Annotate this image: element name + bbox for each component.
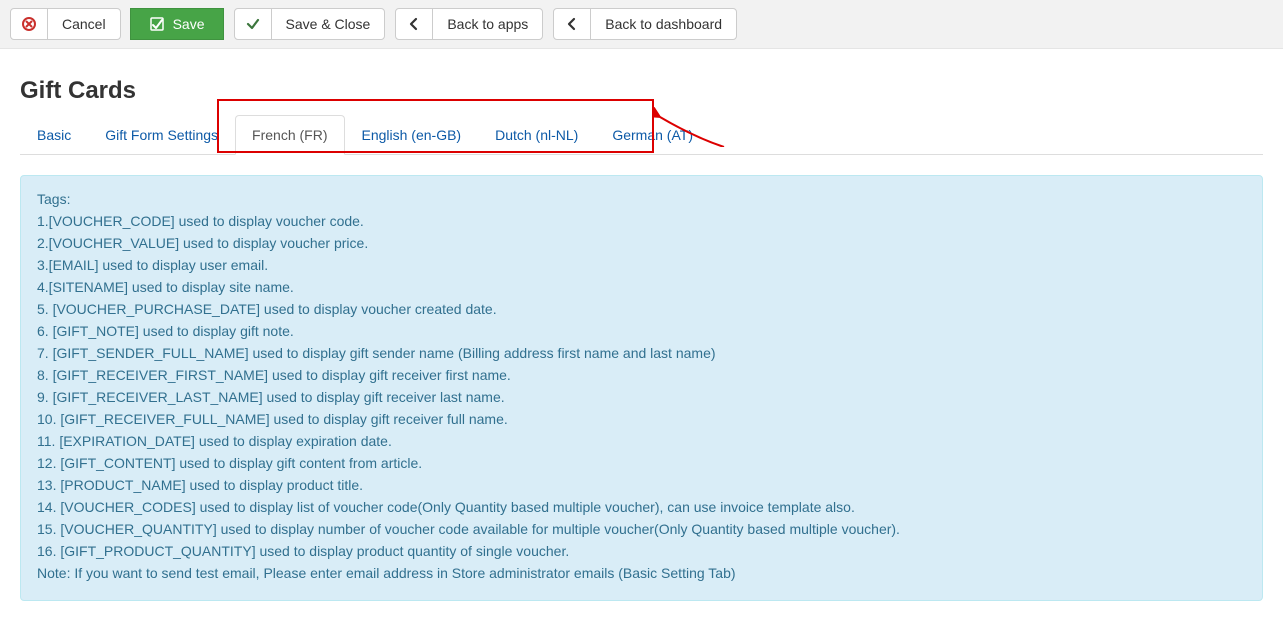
back-dashboard-icon-button[interactable] xyxy=(553,8,591,40)
chevron-left-icon xyxy=(406,16,422,32)
info-line: 5. [VOUCHER_PURCHASE_DATE] used to displ… xyxy=(37,300,1246,318)
save-icon xyxy=(149,16,165,32)
info-line: 2.[VOUCHER_VALUE] used to display vouche… xyxy=(37,234,1246,252)
tab-french[interactable]: French (FR) xyxy=(235,115,344,155)
tab-gift-form-settings[interactable]: Gift Form Settings xyxy=(88,115,235,155)
save-close-group: Save & Close xyxy=(234,8,386,40)
info-line: 14. [VOUCHER_CODES] used to display list… xyxy=(37,498,1246,516)
info-line: 11. [EXPIRATION_DATE] used to display ex… xyxy=(37,432,1246,450)
content: Gift Cards Basic Gift Form Settings Fren… xyxy=(0,49,1283,621)
info-note: Note: If you want to send test email, Pl… xyxy=(37,564,1246,582)
tab-german[interactable]: German (AT) xyxy=(595,115,710,155)
info-line: 6. [GIFT_NOTE] used to display gift note… xyxy=(37,322,1246,340)
info-line: 15. [VOUCHER_QUANTITY] used to display n… xyxy=(37,520,1246,538)
info-line: 8. [GIFT_RECEIVER_FIRST_NAME] used to di… xyxy=(37,366,1246,384)
back-dashboard-group: Back to dashboard xyxy=(553,8,737,40)
page-title: Gift Cards xyxy=(20,77,1263,105)
info-line: 16. [GIFT_PRODUCT_QUANTITY] used to disp… xyxy=(37,542,1246,560)
save-button[interactable]: Save xyxy=(130,8,224,40)
info-panel: Tags: 1.[VOUCHER_CODE] used to display v… xyxy=(20,175,1263,601)
info-line: 12. [GIFT_CONTENT] used to display gift … xyxy=(37,454,1246,472)
tab-basic[interactable]: Basic xyxy=(20,115,88,155)
back-apps-button[interactable]: Back to apps xyxy=(432,8,543,40)
toolbar: Cancel Save Save & Close Back to apps xyxy=(0,0,1283,49)
cancel-group: Cancel xyxy=(10,8,121,40)
info-line: 13. [PRODUCT_NAME] used to display produ… xyxy=(37,476,1246,494)
save-group: Save xyxy=(131,8,224,40)
tab-english[interactable]: English (en-GB) xyxy=(345,115,479,155)
save-close-button[interactable]: Save & Close xyxy=(271,8,386,40)
info-line: 4.[SITENAME] used to display site name. xyxy=(37,278,1246,296)
check-icon xyxy=(245,16,261,32)
tabs: Basic Gift Form Settings French (FR) Eng… xyxy=(20,115,1263,155)
tab-dutch[interactable]: Dutch (nl-NL) xyxy=(478,115,595,155)
cancel-icon-button[interactable] xyxy=(10,8,48,40)
info-line: 3.[EMAIL] used to display user email. xyxy=(37,256,1246,274)
close-circle-icon xyxy=(21,16,37,32)
info-heading: Tags: xyxy=(37,190,1246,208)
info-line: 10. [GIFT_RECEIVER_FULL_NAME] used to di… xyxy=(37,410,1246,428)
info-line: 1.[VOUCHER_CODE] used to display voucher… xyxy=(37,212,1246,230)
back-dashboard-button[interactable]: Back to dashboard xyxy=(590,8,737,40)
info-line: 7. [GIFT_SENDER_FULL_NAME] used to displ… xyxy=(37,344,1246,362)
cancel-button[interactable]: Cancel xyxy=(47,8,121,40)
save-label: Save xyxy=(173,15,205,33)
save-close-icon-button[interactable] xyxy=(234,8,272,40)
info-line: 9. [GIFT_RECEIVER_LAST_NAME] used to dis… xyxy=(37,388,1246,406)
chevron-left-icon xyxy=(564,16,580,32)
back-apps-icon-button[interactable] xyxy=(395,8,433,40)
back-apps-group: Back to apps xyxy=(395,8,543,40)
